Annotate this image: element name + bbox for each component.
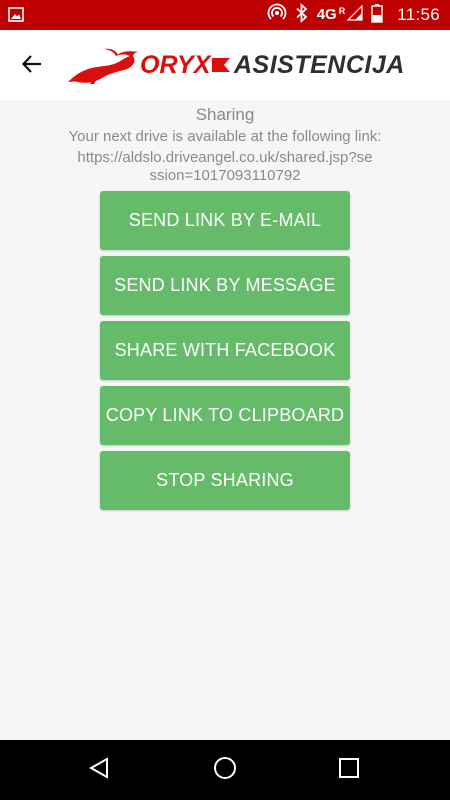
- copy-clipboard-button[interactable]: COPY LINK TO CLIPBOARD: [100, 386, 350, 445]
- network-type: 4G: [316, 5, 337, 23]
- back-button[interactable]: [14, 48, 50, 84]
- mobile-network: 4G R: [317, 4, 364, 27]
- logo-text-asistencija: ASISTENCIJA: [234, 51, 405, 79]
- stop-sharing-button[interactable]: STOP SHARING: [100, 451, 350, 510]
- navigation-bar: [0, 740, 450, 800]
- page-title: Sharing: [195, 105, 255, 124]
- app-bar: ORYX ASISTENCIJA: [0, 30, 450, 100]
- brand-logo: ORYX ASISTENCIJA: [64, 46, 404, 86]
- nav-home-icon: [213, 756, 237, 785]
- flag-icon: [210, 56, 232, 79]
- roaming-indicator: R: [338, 5, 346, 16]
- antelope-icon: [64, 46, 144, 91]
- share-actions: SEND LINK BY E-MAIL SEND LINK BY MESSAGE…: [100, 191, 350, 516]
- status-bar: 4G R 11:56: [0, 0, 450, 30]
- nav-back-button[interactable]: [84, 755, 114, 785]
- hotspot-icon: [267, 3, 287, 28]
- image-icon: [8, 7, 24, 27]
- logo-text-oryx: ORYX: [140, 51, 211, 79]
- bluetooth-icon: [295, 2, 309, 28]
- nav-home-button[interactable]: [210, 755, 240, 785]
- nav-recents-button[interactable]: [334, 755, 364, 785]
- clock: 11:56: [397, 5, 440, 24]
- share-description: Your next drive is available at the foll…: [68, 128, 382, 145]
- arrow-left-icon: [21, 53, 43, 80]
- signal-icon: [346, 4, 363, 27]
- nav-back-icon: [88, 756, 110, 785]
- share-link[interactable]: https://aldslo.driveangel.co.uk/shared.j…: [75, 149, 375, 185]
- battery-icon: [371, 3, 383, 28]
- send-message-button[interactable]: SEND LINK BY MESSAGE: [100, 256, 350, 315]
- nav-recents-icon: [338, 757, 360, 784]
- send-email-button[interactable]: SEND LINK BY E-MAIL: [100, 191, 350, 250]
- share-facebook-button[interactable]: SHARE WITH FACEBOOK: [100, 321, 350, 380]
